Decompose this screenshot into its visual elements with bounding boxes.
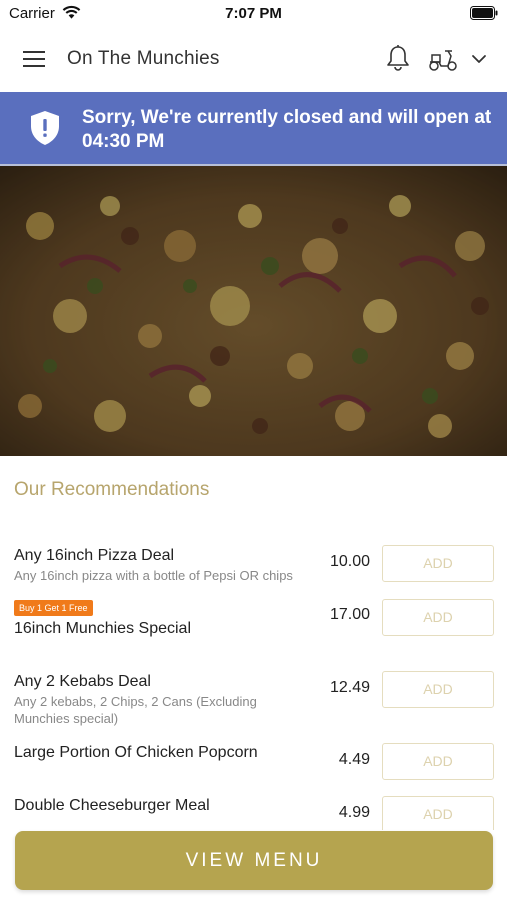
list-item: Any 16inch Pizza Deal Any 16inch pizza w… — [0, 545, 507, 585]
add-button[interactable]: ADD — [382, 796, 494, 830]
list-item: Any 2 Kebabs Deal Any 2 kebabs, 2 Chips,… — [0, 671, 507, 731]
add-button[interactable]: ADD — [382, 671, 494, 708]
offer-badge: Buy 1 Get 1 Free — [14, 600, 93, 616]
recommendations-title: Our Recommendations — [14, 479, 210, 500]
item-name: Any 16inch Pizza Deal — [14, 547, 175, 564]
add-button[interactable]: ADD — [382, 599, 494, 636]
shield-icon — [31, 111, 59, 145]
add-button[interactable]: ADD — [382, 545, 494, 582]
list-item: Large Portion Of Chicken Popcorn 4.49 AD… — [0, 743, 507, 783]
item-price: 4.99 — [338, 804, 370, 821]
closed-banner: Sorry, We're currently closed and will o… — [0, 92, 507, 166]
bell-icon[interactable] — [385, 44, 411, 72]
item-price: 12.49 — [329, 679, 370, 696]
battery-icon — [470, 6, 498, 20]
hero-image — [0, 166, 507, 456]
scooter-icon[interactable] — [427, 46, 459, 72]
page-title: On The Munchies — [67, 48, 220, 69]
list-item: Buy 1 Get 1 Free 16inch Munchies Special… — [0, 599, 507, 639]
menu-icon[interactable] — [22, 47, 46, 71]
closed-message: Sorry, We're currently closed and will o… — [82, 107, 492, 152]
list-item: Double Cheeseburger Meal 4.99 ADD — [0, 796, 507, 830]
item-price: 10.00 — [329, 553, 370, 570]
item-name: 16inch Munchies Special — [14, 620, 191, 637]
item-name: Any 2 Kebabs Deal — [14, 673, 151, 690]
item-name: Double Cheeseburger Meal — [14, 797, 210, 814]
clock: 7:07 PM — [225, 5, 282, 22]
add-button[interactable]: ADD — [382, 743, 494, 780]
view-menu-button[interactable]: VIEW MENU — [15, 831, 493, 890]
status-bar: Carrier 7:07 PM — [0, 0, 507, 26]
item-price: 17.00 — [329, 606, 370, 623]
pizza-image — [0, 166, 507, 456]
item-description: Any 2 kebabs, 2 Chips, 2 Cans (Excluding… — [14, 694, 257, 726]
item-name: Large Portion Of Chicken Popcorn — [14, 744, 258, 761]
item-description: Any 16inch pizza with a bottle of Pepsi … — [14, 568, 293, 583]
app-header: On The Munchies — [0, 26, 507, 92]
chevron-down-icon[interactable] — [470, 51, 488, 67]
item-price: 4.49 — [338, 751, 370, 768]
